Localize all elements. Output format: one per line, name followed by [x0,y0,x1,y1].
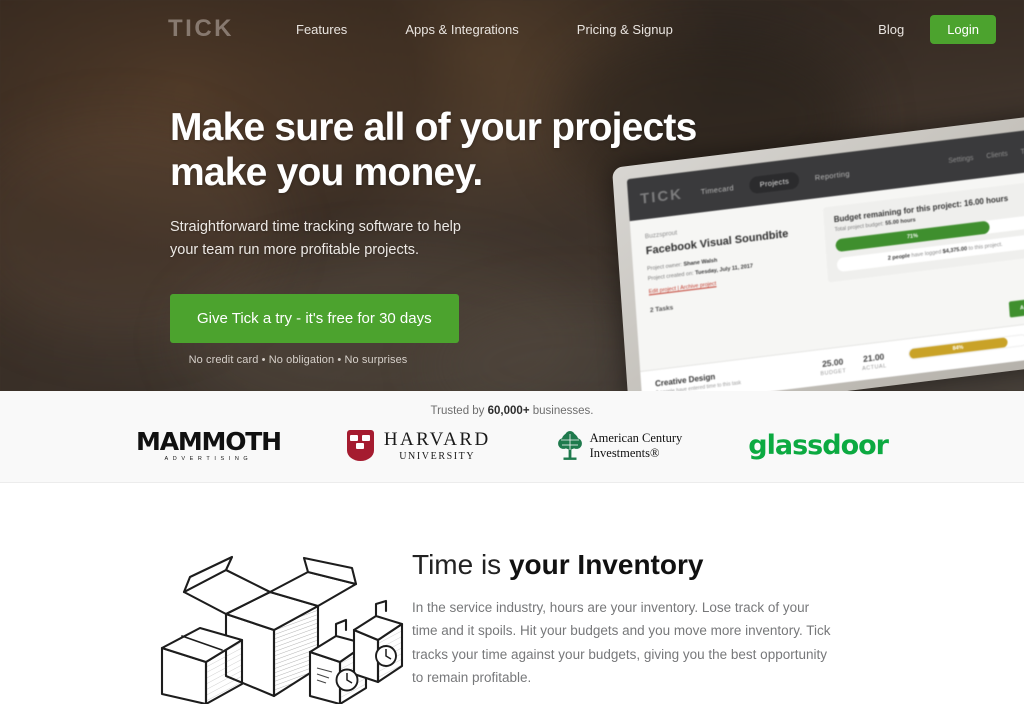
app-logged-suffix: to this project. [968,241,1003,253]
app-task-actual: 21.00 ACTUAL [861,351,887,372]
harvard-shield-icon [346,430,374,461]
hero-cta-button[interactable]: Give Tick a try - it's free for 30 days [170,293,459,343]
app-add-task-button: ADD TASK [1008,295,1024,318]
app-nav-right-group: Settings Clients Team A [948,144,1024,165]
main-nav-links: Features Apps & Integrations Pricing & S… [296,22,731,37]
client-logos: MAMMOTH ADVERTISING HARVARD UNIVERSITY A… [0,429,1024,462]
app-logged-amount: $4,375.00 [942,246,968,256]
harvard-book-1 [350,435,359,441]
app-nav-timecard: Timecard [700,182,735,196]
app-nav-team: Team [1020,146,1024,156]
app-logged-mid: have logged [911,249,942,260]
nav-link-blog[interactable]: Blog [878,22,904,37]
trust-count: 60,000+ [487,405,530,417]
app-task-budget-value: 25.00 [821,356,844,369]
logo-american-century-sub: Investments® [589,445,660,460]
harvard-book-3 [356,443,365,449]
nav-link-pricing-signup[interactable]: Pricing & Signup [577,22,673,37]
inventory-paragraph: In the service industry, hours are your … [412,600,831,685]
harvard-book-2 [362,435,371,441]
login-button[interactable]: Login [930,14,996,44]
logo-harvard-text: HARVARD UNIVERSITY [384,430,491,462]
hero-sub-line2: your team run more profitable projects. [170,242,420,259]
logo-american-century-text: American Century Investments® [590,431,683,461]
nav-right-group: Blog Login [878,14,996,44]
app-task-numbers: 25.00 BUDGET 21.00 ACTUAL [819,351,887,377]
hero-subheadline: Straightforward time tracking software t… [170,216,697,263]
inventory-heading: Time is your Inventory [412,549,832,581]
app-logged-people: 2 people [887,253,911,263]
app-task-actual-label: ACTUAL [861,363,887,373]
logo-glassdoor: glassdoor [748,430,889,461]
inventory-heading-light: Time is [412,549,509,580]
inventory-copy: Time is your Inventory In the service in… [412,549,832,704]
nav-link-apps-integrations[interactable]: Apps & Integrations [405,22,518,37]
hero-section: TICK Timecard Projects Reporting Setting… [0,0,1024,391]
landing-page: TICK Timecard Projects Reporting Setting… [0,0,1024,704]
logo-harvard: HARVARD UNIVERSITY [346,430,491,462]
logo-mammoth-name: MAMMOTH [136,427,282,456]
app-task-info: Creative Design 2 people have entered ti… [655,369,741,391]
logo-mammoth: MAMMOTH ADVERTISING [136,427,282,462]
app-task-budget: 25.00 BUDGET [819,356,846,377]
app-budget-sub-value: 55.00 hours [885,217,916,228]
app-task-actual-value: 21.00 [862,351,885,364]
top-navigation: TICK Features Apps & Integrations Pricin… [0,0,1024,58]
trust-prefix: Trusted by [430,405,488,417]
inventory-section: Time is your Inventory In the service in… [0,484,1024,704]
hero-headline-line1: Make sure all of your projects [170,106,697,149]
hero-copy: Make sure all of your projects make you … [170,108,697,366]
site-logo[interactable]: TICK [168,15,234,43]
logo-harvard-name: HARVARD [383,428,491,450]
app-nav-clients: Clients [986,150,1008,160]
app-task-budget-label: BUDGET [820,367,847,378]
trust-text: Trusted by 60,000+ businesses. [0,391,1024,417]
hero-headline-line2: make you money. [170,151,483,194]
logo-american-century-name: American Century [589,430,683,445]
tree-icon [557,430,583,461]
logo-american-century: American Century Investments® [557,430,683,461]
app-nav-reporting: Reporting [814,168,851,182]
trust-bar: Trusted by 60,000+ businesses. MAMMOTH A… [0,391,1024,483]
app-nav-settings: Settings [948,154,974,165]
hero-cta-note: No credit card • No obligation • No surp… [188,353,408,366]
boxes-illustration [160,544,405,704]
app-task-progress-fill: 84% [908,337,1008,360]
logo-mammoth-sub: ADVERTISING [164,456,253,462]
inventory-heading-bold: your Inventory [508,549,704,580]
logo-harvard-sub: UNIVERSITY [399,450,476,462]
trust-suffix: businesses. [529,405,594,417]
hero-headline: Make sure all of your projects make you … [170,108,697,192]
nav-link-features[interactable]: Features [296,22,347,37]
app-task-progress-bar: 84% [907,333,1024,361]
hero-sub-line1: Straightforward time tracking software t… [170,219,461,235]
app-nav-projects: Projects [749,170,800,194]
